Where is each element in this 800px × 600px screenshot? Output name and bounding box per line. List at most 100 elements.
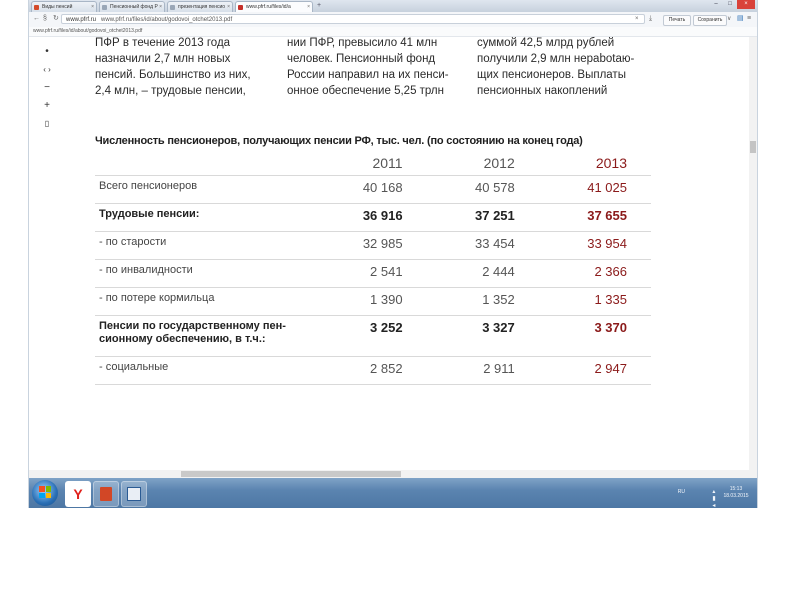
close-icon[interactable]: × [737,0,755,9]
maximize-icon[interactable]: □ [723,0,737,9]
value-cell: 1 390 [314,287,427,316]
vertical-scrollbar[interactable] [749,37,757,478]
download-icon[interactable]: ⤓ [649,14,652,24]
value-cell: 2 366 [538,259,651,288]
text-line: пенсий. Большинство из них, [95,69,251,81]
menu-icon[interactable]: ≡ [747,14,751,24]
row-label: Пенсии по государственному пен- сионному… [95,315,315,357]
value-cell: 33 954 [538,231,651,260]
text-line: щих пенсионеров. Выплаты [477,69,626,81]
address-bar[interactable]: www.pfrf.ru www.pfrf.ru/files/id/about/g… [61,14,645,24]
page-favicon-icon [34,5,39,10]
value-cell: 2 947 [538,356,651,385]
windows-logo-icon [39,486,51,498]
dot-icon[interactable]: • [39,43,55,61]
horizontal-scroll-thumb[interactable] [181,471,401,477]
minimize-icon[interactable]: – [709,0,723,9]
table-row: - по старости 32 985 33 454 33 954 [95,231,651,260]
app-window-icon[interactable] [121,481,147,507]
table-header-row: 2011 2012 2013 [95,151,651,176]
language-indicator[interactable]: RU [678,489,685,495]
stop-icon[interactable]: × [635,14,639,24]
pdf-viewer: • ‹ › − + ▯ ПФР в течение 2013 года назн… [29,37,757,478]
clock[interactable]: 15:13 18.03.2015 [723,486,749,500]
text-line: России направил на их пенси- [287,69,449,81]
page-nav-icon[interactable]: ‹ › [39,61,55,79]
value-cell: 2 444 [426,259,539,288]
value-cell: 32 985 [314,231,427,260]
tab-close-icon[interactable]: × [91,2,94,12]
fit-page-icon[interactable]: ▯ [39,115,55,133]
table-row: Всего пенсионеров 40 168 40 578 41 025 [95,175,651,204]
row-label: - по старости [95,231,315,260]
text-line: 2,4 млн, – трудовые пенсии, [95,85,246,97]
vertical-scroll-thumb[interactable] [750,141,756,153]
taskbar: Y RU ▴ ▮ ◂ ◢ 15:13 18.03.2015 [29,478,757,508]
tab-prezentatsiya[interactable]: презентация пенсио × [167,1,233,12]
file-path-text: www.pfrf.ru/files/id/about/godovoi_otche… [33,28,143,34]
table-row: Пенсии по государственному пен- сионному… [95,315,651,357]
powerpoint-icon[interactable] [93,481,119,507]
start-button[interactable] [32,480,58,506]
value-cell: 36 916 [314,203,427,232]
value-cell: 41 025 [538,175,651,204]
page-favicon-icon [238,5,243,10]
pdf-toolbar: • ‹ › − + ▯ [39,43,55,133]
year-header: 2011 [372,155,403,171]
year-header: 2013 [595,155,627,171]
zoom-out-icon[interactable]: − [39,79,55,97]
tab-strip: Виды пенсий × Пенсионный фонд Р × презен… [29,0,757,12]
value-cell: 1 335 [538,287,651,316]
tab-close-icon[interactable]: × [159,2,162,12]
value-cell: 3 327 [426,315,539,357]
text-line: получили 2,9 млн нераbotаю- [477,53,635,65]
value-cell: 33 454 [426,231,539,260]
new-tab-icon[interactable]: + [317,2,321,9]
text-line: онное обеспечение 5,25 трлн [287,85,444,97]
browser-window: Виды пенсий × Пенсионный фонд Р × презен… [28,0,758,508]
table-row: Трудовые пенсии: 36 916 37 251 37 655 [95,203,651,232]
pensioners-table: 2011 2012 2013 Всего пенсионеров 40 168 … [95,151,651,385]
tab-pfrf-active[interactable]: www.pfrf.ru/files/id/a × [235,1,313,12]
window-controls: – □ × [709,0,755,10]
row-label: Трудовые пенсии: [95,203,315,232]
row-label-line: сионному обеспечению, в т.ч.: [99,333,266,345]
value-cell: 3 370 [538,315,651,357]
tab-vidy-pensiy[interactable]: Виды пенсий × [31,1,97,12]
clock-time: 15:13 [729,486,743,492]
page-favicon-icon [170,5,175,10]
text-line: ПФР в течение 2013 года [95,37,231,49]
table-row: - по потере кормильца 1 390 1 352 1 335 [95,287,651,316]
tab-close-icon[interactable]: × [227,2,230,12]
url-path: www.pfrf.ru/files/id/about/godovoi_otche… [101,17,233,23]
back-icon[interactable]: ← [33,14,40,24]
navigation-bar: ← § ↻ www.pfrf.ru www.pfrf.ru/files/id/a… [29,12,757,28]
print-button[interactable]: Печать [663,15,691,26]
reload-icon[interactable]: ↻ [53,14,59,24]
yandex-browser-icon[interactable]: Y [65,481,91,507]
year-header: 2012 [483,155,515,171]
row-label: Всего пенсионеров [95,175,315,204]
zoom-in-icon[interactable]: + [39,97,55,115]
ext-icon[interactable]: ▤ [737,14,744,24]
table-row: - социальные 2 852 2 911 2 947 [95,356,651,385]
text-line: нии ПФР, превысило 41 млн [287,37,438,49]
tab-close-icon[interactable]: × [307,2,310,12]
value-cell: 2 541 [314,259,427,288]
row-label: - по потере кормильца [95,287,315,316]
clock-date: 18.03.2015 [723,493,749,499]
chevron-down-icon[interactable]: ∨ [727,14,731,24]
tab-label: презентация пенсио [178,4,226,10]
page-favicon-icon [102,5,107,10]
horizontal-scrollbar[interactable] [29,470,749,478]
text-line: суммой 42,5 млрд рублей [477,37,615,49]
save-button[interactable]: Сохранить [693,15,727,26]
row-label: - социальные [95,356,315,385]
value-cell: 2 852 [314,356,427,385]
tray-icons[interactable]: ▴ ▮ ◂ ◢ [712,488,719,508]
table-row: - по инвалидности 2 541 2 444 2 366 [95,259,651,288]
value-cell: 2 911 [426,356,539,385]
tab-pensionny-fond[interactable]: Пенсионный фонд Р × [99,1,165,12]
text-column-3: суммой 42,5 млрд рублей получили 2,9 млн… [477,35,634,99]
url-domain: www.pfrf.ru [66,17,97,23]
